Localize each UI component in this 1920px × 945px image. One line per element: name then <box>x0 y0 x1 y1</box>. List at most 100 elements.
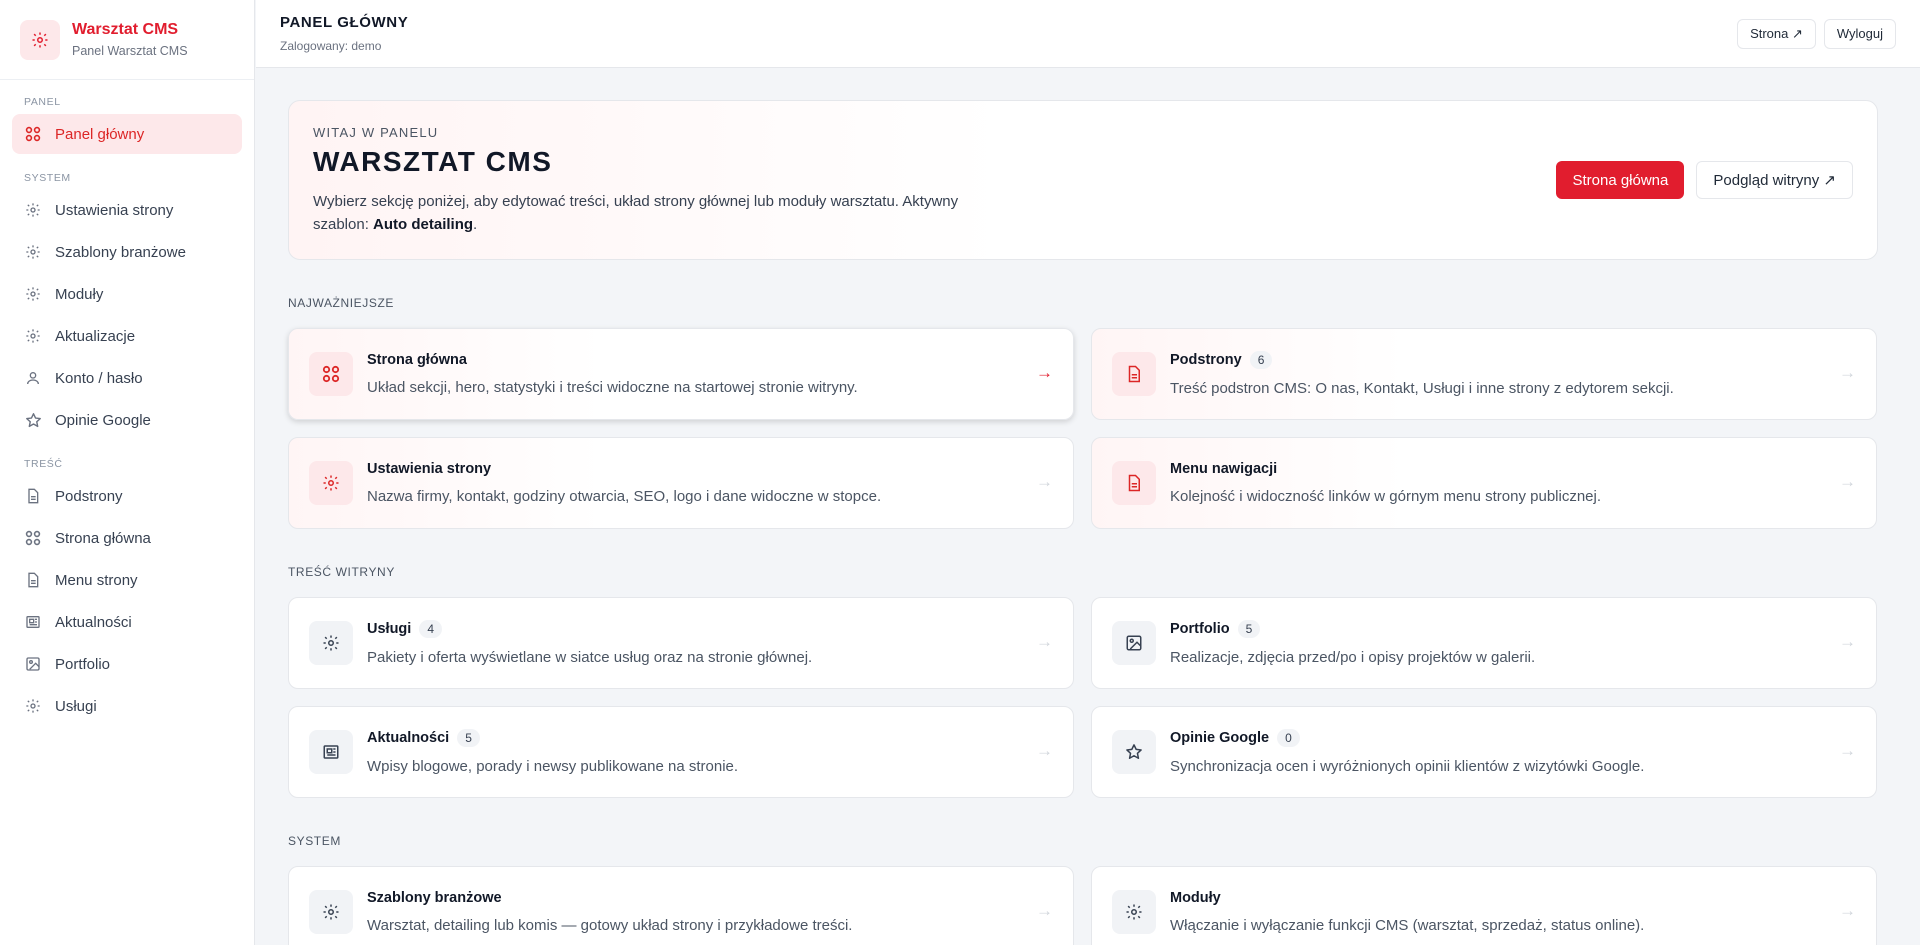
count-badge: 4 <box>419 620 442 638</box>
count-badge: 5 <box>457 729 480 747</box>
gear-icon <box>309 621 353 665</box>
card-modules[interactable]: Moduły Włączanie i wyłączanie funkcji CM… <box>1091 866 1877 945</box>
grid-icon <box>24 529 42 547</box>
main-content: WITAJ W PANELU WARSZTAT CMS Wybierz sekc… <box>288 100 1878 945</box>
document-icon <box>24 571 42 589</box>
hero-description: Wybierz sekcję poniżej, aby edytować tre… <box>313 190 1003 236</box>
card-description: Nazwa firmy, kontakt, godziny otwarcia, … <box>367 488 882 505</box>
arrow-right-icon: → <box>1036 632 1053 651</box>
gear-icon <box>20 19 60 60</box>
card-nav-menu[interactable]: Menu nawigacji Kolejność i widoczność li… <box>1091 437 1877 529</box>
card-description: Realizacje, zdjęcia przed/po i opisy pro… <box>1170 649 1536 666</box>
sidebar-item-label: Usługi <box>55 697 97 715</box>
sidebar-item-portfolio[interactable]: Portfolio <box>12 644 242 684</box>
count-badge: 0 <box>1277 729 1300 747</box>
sidebar-item-ustawienia-strony[interactable]: Ustawienia strony <box>12 190 242 230</box>
card-google-reviews[interactable]: Opinie Google 0 Synchronizacja ocen i wyr… <box>1091 706 1877 798</box>
hero-desc-end: . <box>473 216 478 233</box>
sidebar: Warsztat CMS Panel Warsztat CMS PANEL Pa… <box>0 0 255 945</box>
arrow-right-icon: → <box>1839 741 1856 760</box>
section-label-system: SYSTEM <box>288 834 341 848</box>
card-title: Opinie Google <box>1170 730 1270 746</box>
sidebar-item-szablony-branzowe[interactable]: Szablony branżowe <box>12 232 242 272</box>
card-title: Moduły <box>1170 890 1221 906</box>
sidebar-item-opinie-google[interactable]: Opinie Google <box>12 400 242 440</box>
newspaper-icon <box>24 613 42 631</box>
site-link-button[interactable]: Strona ↗ <box>1737 18 1816 49</box>
brand-subtitle: Panel Warsztat CMS <box>72 44 188 58</box>
sidebar-item-uslugi[interactable]: Usługi <box>12 686 242 726</box>
star-icon <box>1112 730 1156 774</box>
image-icon <box>1112 621 1156 665</box>
logged-in-status: Zalogowany: demo <box>280 39 382 53</box>
card-description: Pakiety i oferta wyświetlane w siatce us… <box>367 649 813 666</box>
card-description: Treść podstron CMS: O nas, Kontakt, Usłu… <box>1170 380 1674 397</box>
nav-section-tresc: TREŚĆ <box>24 458 63 470</box>
user-icon <box>24 369 42 387</box>
nav-section-system: SYSTEM <box>24 172 71 184</box>
sidebar-item-label: Menu strony <box>55 571 138 589</box>
arrow-right-icon: → <box>1036 363 1053 382</box>
sidebar-item-podstrony[interactable]: Podstrony <box>12 476 242 516</box>
card-title: Aktualności <box>367 730 450 746</box>
gear-icon <box>309 890 353 934</box>
card-subpages[interactable]: Podstrony 6 Treść podstron CMS: O nas, Ko… <box>1091 328 1877 420</box>
newspaper-icon <box>309 730 353 774</box>
card-description: Włączanie i wyłączanie funkcji CMS (wars… <box>1170 917 1645 934</box>
sidebar-item-label: Podstrony <box>55 487 123 505</box>
sidebar-item-label: Ustawienia strony <box>55 201 174 219</box>
sidebar-item-aktualnosci[interactable]: Aktualności <box>12 602 242 642</box>
card-services[interactable]: Usługi 4 Pakiety i oferta wyświetlane w s… <box>288 597 1074 689</box>
section-label-content: TREŚĆ WITRYNY <box>288 565 395 579</box>
card-description: Kolejność i widoczność linków w górnym m… <box>1170 488 1602 505</box>
card-industry-templates[interactable]: Szablony branżowe Warsztat, detailing lu… <box>288 866 1074 945</box>
arrow-right-icon: → <box>1839 472 1856 491</box>
section-label-important: NAJWAŻNIEJSZE <box>288 296 395 310</box>
sidebar-item-konto-haslo[interactable]: Konto / hasło <box>12 358 242 398</box>
sidebar-item-label: Portfolio <box>55 655 111 673</box>
card-homepage[interactable]: Strona główna Układ sekcji, hero, statys… <box>288 328 1074 420</box>
sidebar-item-label: Opinie Google <box>55 411 151 429</box>
card-description: Synchronizacja ocen i wyróżnionych opini… <box>1170 758 1645 775</box>
sidebar-item-strona-glowna[interactable]: Strona główna <box>12 518 242 558</box>
preview-site-button[interactable]: Podgląd witryny ↗ <box>1696 161 1853 199</box>
brand-title: Warsztat CMS <box>72 21 179 38</box>
homepage-button[interactable]: Strona główna <box>1556 161 1685 199</box>
hero-eyebrow: WITAJ W PANELU <box>313 125 439 140</box>
card-title: Menu nawigacji <box>1170 461 1278 477</box>
card-title: Strona główna <box>367 352 467 368</box>
card-description: Układ sekcji, hero, statystyki i treści … <box>367 379 858 396</box>
image-icon <box>24 655 42 673</box>
grid-icon <box>24 125 42 143</box>
active-template-name: Auto detailing <box>373 216 474 233</box>
star-icon <box>24 411 42 429</box>
card-title: Portfolio <box>1170 621 1230 637</box>
document-icon <box>24 487 42 505</box>
card-title: Podstrony <box>1170 352 1242 368</box>
arrow-right-icon: → <box>1036 472 1053 491</box>
document-icon <box>1112 352 1156 396</box>
grid-icon <box>309 352 353 396</box>
sidebar-item-aktualizacje[interactable]: Aktualizacje <box>12 316 242 356</box>
arrow-right-icon: → <box>1036 741 1053 760</box>
card-description: Warsztat, detailing lub komis — gotowy u… <box>367 917 853 934</box>
sidebar-item-label: Panel główny <box>55 125 145 143</box>
sidebar-item-menu-strony[interactable]: Menu strony <box>12 560 242 600</box>
document-icon <box>1112 461 1156 505</box>
gear-icon <box>24 201 42 219</box>
arrow-right-icon: → <box>1839 363 1856 382</box>
sidebar-item-moduly[interactable]: Moduły <box>12 274 242 314</box>
gear-icon <box>24 285 42 303</box>
gear-icon <box>24 327 42 345</box>
gear-icon <box>309 461 353 505</box>
topbar: PANEL GŁÓWNY Zalogowany: demo Strona ↗ W… <box>256 0 1920 68</box>
brand[interactable]: Warsztat CMS Panel Warsztat CMS <box>0 0 254 80</box>
card-news[interactable]: Aktualności 5 Wpisy blogowe, porady i new… <box>288 706 1074 798</box>
logout-button[interactable]: Wyloguj <box>1823 18 1896 49</box>
count-badge: 6 <box>1249 351 1273 369</box>
card-portfolio[interactable]: Portfolio 5 Realizacje, zdjęcia przed/po … <box>1091 597 1877 689</box>
card-title: Usługi <box>367 621 412 637</box>
card-title: Ustawienia strony <box>367 461 492 477</box>
sidebar-item-panel-glowny[interactable]: Panel główny <box>12 114 242 154</box>
card-site-settings[interactable]: Ustawienia strony Nazwa firmy, kontakt, … <box>288 437 1074 529</box>
